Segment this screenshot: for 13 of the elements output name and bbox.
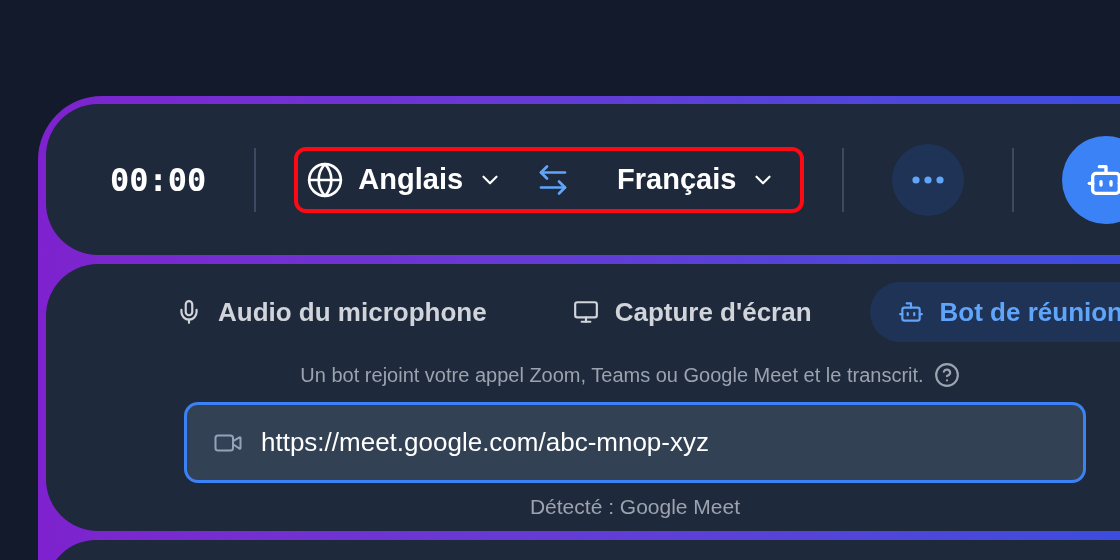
detected-platform-text: Détecté : Google Meet <box>529 494 741 520</box>
help-icon[interactable] <box>933 362 960 388</box>
monitor-icon <box>572 299 599 325</box>
globe-icon <box>306 160 345 199</box>
robot-icon <box>897 299 924 325</box>
target-language-dropdown[interactable]: Français <box>617 157 777 202</box>
source-language-dropdown[interactable]: Anglais <box>306 157 504 202</box>
help-text: Un bot rejoint votre appel Zoom, Teams ou Google Meet et le transcrit. <box>300 363 924 388</box>
timer: 00:00 <box>110 159 207 201</box>
mode-tab[interactable]: Audio du microphone <box>148 282 515 342</box>
meeting-url-field[interactable]: https://meet.google.com/abc-mnop-xyz <box>184 402 1086 483</box>
mode-tab[interactable]: Capture d'écran <box>544 282 840 342</box>
ellipsis-icon <box>912 175 945 184</box>
